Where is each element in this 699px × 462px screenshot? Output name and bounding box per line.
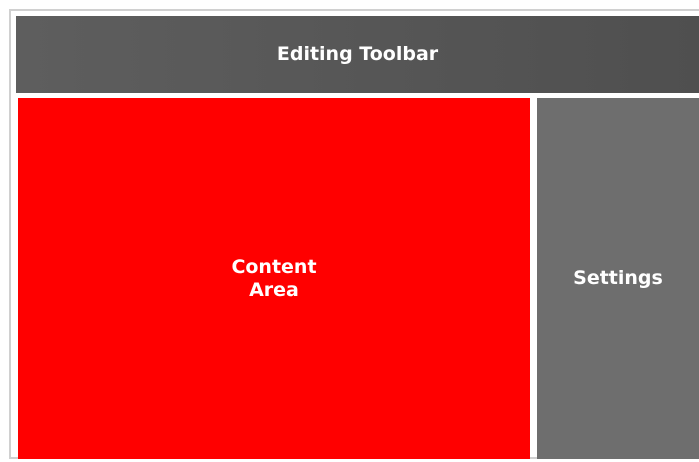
- settings-label: Settings: [573, 267, 663, 290]
- editing-toolbar-region: Editing Toolbar: [16, 16, 699, 93]
- settings-region: Settings: [537, 98, 699, 459]
- content-area-region: Content Area: [18, 98, 530, 459]
- editing-toolbar-label: Editing Toolbar: [276, 43, 439, 66]
- content-area-label: Content Area: [231, 255, 317, 301]
- layout-diagram: Editing Toolbar Content Area Settings: [0, 0, 699, 462]
